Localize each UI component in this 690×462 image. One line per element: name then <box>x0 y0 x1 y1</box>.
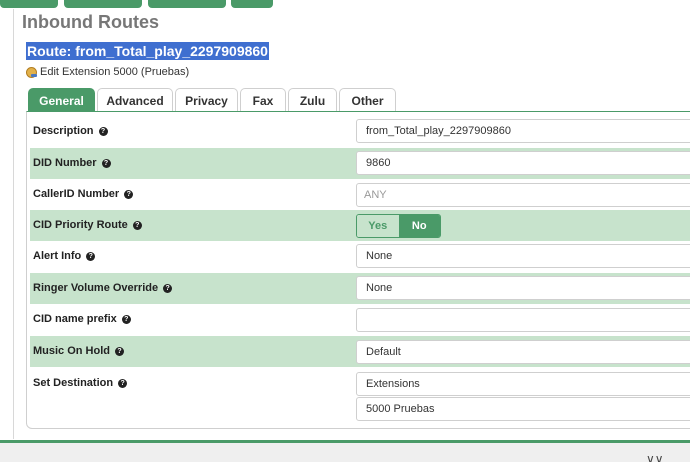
destination-target-select[interactable]: 5000 Pruebas <box>356 397 690 421</box>
help-icon[interactable]: ? <box>124 189 134 199</box>
description-label: Description <box>33 125 94 137</box>
alert-info-label: Alert Info <box>33 250 82 262</box>
footer: ∨∨ <box>0 443 690 462</box>
music-on-hold-select[interactable]: Default <box>356 340 690 364</box>
alert-info-select[interactable]: None <box>356 244 690 268</box>
help-icon[interactable]: ? <box>132 220 142 230</box>
cid-priority-label-wrap: CID Priority Route? <box>33 219 142 231</box>
cid-priority-yes-button[interactable]: Yes <box>357 215 399 237</box>
edit-extension-label: Edit Extension 5000 (Pruebas) <box>40 66 190 78</box>
cid-priority-no-button[interactable]: No <box>398 215 440 237</box>
row-callerid-number: CallerID Number? ANY <box>30 179 690 210</box>
callerid-label: CallerID Number <box>33 188 120 200</box>
help-icon[interactable]: ? <box>121 314 131 324</box>
row-alert-info: Alert Info? None <box>30 241 690 272</box>
tab-general[interactable]: General <box>28 88 95 112</box>
row-cid-name-prefix: CID name prefix? <box>30 304 690 335</box>
row-did-number: DID Number? 9860 <box>30 148 690 179</box>
tab-bar: General Advanced Privacy Fax Zulu Other <box>28 88 398 112</box>
nav-modules-button[interactable]: Modules <box>0 0 58 8</box>
help-icon[interactable]: ? <box>98 126 108 136</box>
callerid-label-wrap: CallerID Number? <box>33 188 134 200</box>
moh-label-wrap: Music On Hold? <box>33 345 124 357</box>
destination-label: Set Destination <box>33 377 114 389</box>
destination-label-wrap: Set Destination? <box>33 377 128 389</box>
help-icon[interactable]: ? <box>118 378 128 388</box>
tab-zulu[interactable]: Zulu <box>288 88 337 112</box>
description-input[interactable]: from_Total_play_2297909860 <box>356 119 690 143</box>
row-cid-priority: CID Priority Route? Yes No <box>30 210 690 241</box>
nav-dashboard-button[interactable]: Dashboard <box>148 0 226 8</box>
did-label: DID Number <box>33 157 97 169</box>
row-music-on-hold: Music On Hold? Default <box>30 336 690 367</box>
cid-priority-toggle: Yes No <box>356 214 441 238</box>
edit-extension-link[interactable]: Edit Extension 5000 (Pruebas) <box>26 66 189 78</box>
tab-other[interactable]: Other <box>339 88 396 112</box>
page-title: Inbound Routes <box>22 12 159 32</box>
did-number-input[interactable]: 9860 <box>356 151 690 175</box>
row-description: Description? from_Total_play_2297909860 <box>30 116 690 147</box>
moh-label: Music On Hold <box>33 345 110 357</box>
help-icon[interactable]: ? <box>86 251 96 261</box>
tab-advanced[interactable]: Advanced <box>97 88 173 112</box>
help-icon[interactable]: ? <box>163 283 173 293</box>
row-ringer-volume: Ringer Volume Override? None <box>30 273 690 304</box>
description-label-wrap: Description? <box>33 125 108 137</box>
row-set-destination: Set Destination? Extensions 5000 Pruebas <box>30 368 690 426</box>
alert-info-label-wrap: Alert Info? <box>33 250 96 262</box>
top-nav: Modules Basic Mode Dashboard UCP <box>0 0 690 9</box>
callerid-number-input[interactable]: ANY <box>356 183 690 207</box>
tab-fax[interactable]: Fax <box>240 88 286 112</box>
destination-type-select[interactable]: Extensions <box>356 372 690 396</box>
left-divider <box>0 9 14 439</box>
help-icon[interactable]: ? <box>115 346 124 356</box>
route-title: Route: from_Total_play_2297909860 <box>26 42 269 60</box>
ringer-label: Ringer Volume Override <box>33 282 159 294</box>
cid-prefix-label-wrap: CID name prefix? <box>33 313 131 325</box>
edit-user-icon <box>26 66 37 78</box>
cid-prefix-label: CID name prefix <box>33 313 117 325</box>
tab-privacy[interactable]: Privacy <box>175 88 238 112</box>
did-label-wrap: DID Number? <box>33 157 111 169</box>
help-icon[interactable]: ? <box>101 158 111 168</box>
collapse-arrows-icon[interactable]: ∨∨ <box>646 453 668 462</box>
nav-ucp-button[interactable]: UCP <box>231 0 273 8</box>
cid-name-prefix-input[interactable] <box>356 308 690 332</box>
nav-basic-mode-button[interactable]: Basic Mode <box>64 0 142 8</box>
cid-priority-label: CID Priority Route <box>33 219 128 231</box>
ringer-volume-select[interactable]: None <box>356 276 690 300</box>
ringer-label-wrap: Ringer Volume Override? <box>33 282 173 294</box>
